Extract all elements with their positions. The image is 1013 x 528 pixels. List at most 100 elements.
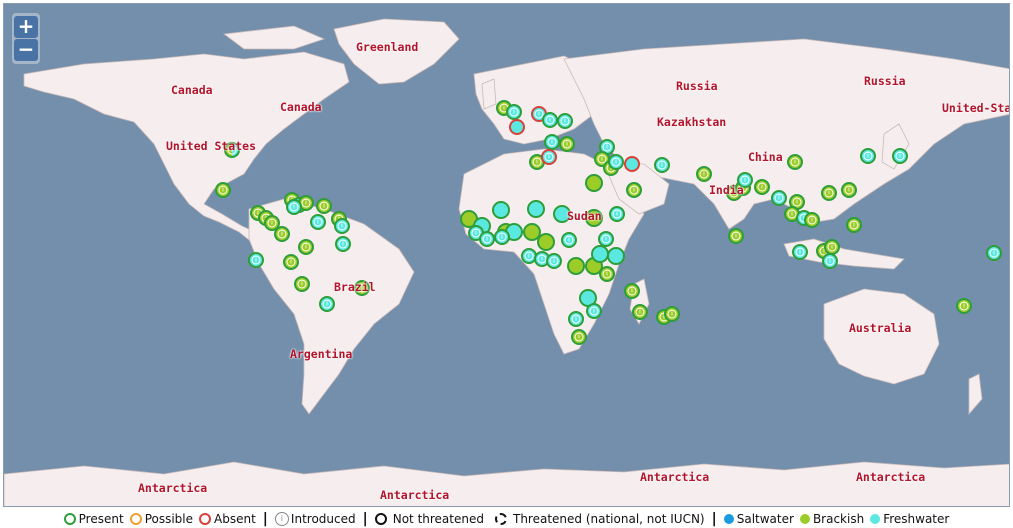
occurrence-marker[interactable] xyxy=(492,201,510,219)
zoom-out-button[interactable]: − xyxy=(14,39,38,61)
introduced-occurrence-marker[interactable]: i xyxy=(821,185,837,201)
introduced-occurrence-marker[interactable]: i xyxy=(664,306,680,322)
introduced-occurrence-marker[interactable]: i xyxy=(544,134,560,150)
introduced-occurrence-marker[interactable]: i xyxy=(754,179,770,195)
introduced-occurrence-marker[interactable]: i xyxy=(771,190,787,206)
map-land-layer xyxy=(4,18,1009,506)
introduced-icon: i xyxy=(251,255,261,265)
legend-brackish: Brackish xyxy=(799,512,864,526)
introduced-occurrence-marker[interactable]: i xyxy=(728,228,744,244)
occurrence-marker[interactable] xyxy=(537,233,555,251)
legend-absent: Absent xyxy=(199,512,256,526)
label-antarctica: Antarctica xyxy=(138,481,208,495)
introduced-occurrence-marker[interactable]: i xyxy=(334,218,350,234)
introduced-occurrence-marker[interactable]: i xyxy=(804,212,820,228)
introduced-icon: i xyxy=(274,511,289,526)
introduced-occurrence-marker[interactable]: i xyxy=(568,311,584,327)
introduced-occurrence-marker[interactable]: i xyxy=(654,157,670,173)
introduced-occurrence-marker[interactable]: i xyxy=(294,276,310,292)
introduced-icon: i xyxy=(319,201,329,211)
legend-possible: Possible xyxy=(129,512,193,526)
introduced-occurrence-marker[interactable]: i xyxy=(274,226,290,242)
introduced-occurrence-marker[interactable]: i xyxy=(283,254,299,270)
introduced-occurrence-marker[interactable]: i xyxy=(298,239,314,255)
introduced-icon: i xyxy=(792,197,802,207)
introduced-icon: i xyxy=(757,182,767,192)
present-ring-icon xyxy=(63,512,76,525)
zoom-in-button[interactable]: + xyxy=(14,16,38,38)
introduced-occurrence-marker[interactable]: i xyxy=(986,245,1002,261)
introduced-occurrence-marker[interactable]: i xyxy=(608,154,624,170)
introduced-icon: i xyxy=(532,157,542,167)
introduced-occurrence-marker[interactable]: i xyxy=(561,232,577,248)
legend-separator: | xyxy=(362,510,368,527)
introduced-icon: i xyxy=(629,185,639,195)
label-united-states: United States xyxy=(166,139,257,153)
world-map[interactable]: + − Greenland Canada Canada United State… xyxy=(3,3,1010,507)
occurrence-marker[interactable] xyxy=(607,247,625,265)
introduced-occurrence-marker[interactable]: i xyxy=(956,298,972,314)
legend-saltwater: Saltwater xyxy=(723,512,794,526)
introduced-occurrence-marker[interactable]: i xyxy=(892,148,908,164)
introduced-occurrence-marker[interactable]: i xyxy=(696,166,712,182)
introduced-icon: i xyxy=(562,139,572,149)
introduced-occurrence-marker[interactable]: i xyxy=(319,296,335,312)
introduced-icon: i xyxy=(277,229,287,239)
threatened-dashed-ring-icon xyxy=(494,512,507,525)
introduced-occurrence-marker[interactable]: i xyxy=(792,244,808,260)
introduced-icon: i xyxy=(699,169,709,179)
introduced-occurrence-marker[interactable]: i xyxy=(626,182,642,198)
introduced-occurrence-marker[interactable]: i xyxy=(571,329,587,345)
introduced-occurrence-marker[interactable]: i xyxy=(586,303,602,319)
introduced-occurrence-marker[interactable]: i xyxy=(546,253,562,269)
introduced-occurrence-marker[interactable]: i xyxy=(286,199,302,215)
occurrence-marker[interactable] xyxy=(509,119,525,135)
introduced-icon: i xyxy=(611,157,621,167)
introduced-icon: i xyxy=(895,151,905,161)
introduced-icon: i xyxy=(731,231,741,241)
introduced-occurrence-marker[interactable]: i xyxy=(310,214,326,230)
occurrence-marker[interactable] xyxy=(567,257,585,275)
introduced-occurrence-marker[interactable]: i xyxy=(599,266,615,282)
not-threatened-ring-icon xyxy=(374,512,387,525)
introduced-occurrence-marker[interactable]: i xyxy=(841,182,857,198)
legend-freshwater: Freshwater xyxy=(870,512,949,526)
brackish-dot-icon xyxy=(799,513,810,524)
introduced-occurrence-marker[interactable]: i xyxy=(479,231,495,247)
introduced-icon: i xyxy=(612,209,622,219)
introduced-occurrence-marker[interactable]: i xyxy=(215,182,231,198)
introduced-occurrence-marker[interactable]: i xyxy=(248,252,264,268)
introduced-icon: i xyxy=(959,301,969,311)
label-argentina: Argentina xyxy=(290,347,353,361)
introduced-icon: i xyxy=(807,215,817,225)
occurrence-marker[interactable] xyxy=(527,200,545,218)
legend-introduced: i Introduced xyxy=(274,511,356,526)
label-india: India xyxy=(709,183,744,197)
introduced-occurrence-marker[interactable]: i xyxy=(559,136,575,152)
introduced-occurrence-marker[interactable]: i xyxy=(822,253,838,269)
introduced-occurrence-marker[interactable]: i xyxy=(506,104,522,120)
introduced-occurrence-marker[interactable]: i xyxy=(335,236,351,252)
introduced-occurrence-marker[interactable]: i xyxy=(787,154,803,170)
introduced-icon: i xyxy=(267,218,277,228)
introduced-occurrence-marker[interactable]: i xyxy=(860,148,876,164)
occurrence-marker[interactable] xyxy=(585,174,603,192)
label-united-states: United-Sta xyxy=(942,101,1010,115)
absent-ring-icon xyxy=(199,512,212,525)
introduced-occurrence-marker[interactable]: i xyxy=(541,149,557,165)
introduced-occurrence-marker[interactable]: i xyxy=(494,229,510,245)
introduced-occurrence-marker[interactable]: i xyxy=(624,283,640,299)
introduced-icon: i xyxy=(286,257,296,267)
introduced-occurrence-marker[interactable]: i xyxy=(316,198,332,214)
introduced-occurrence-marker[interactable]: i xyxy=(609,206,625,222)
legend-present: Present xyxy=(63,512,124,526)
introduced-occurrence-marker[interactable]: i xyxy=(846,217,862,233)
introduced-icon: i xyxy=(544,152,554,162)
legend-threatened: Threatened (national, not IUCN) xyxy=(494,512,705,526)
introduced-icon: i xyxy=(560,116,570,126)
occurrence-marker[interactable] xyxy=(624,156,640,172)
introduced-occurrence-marker[interactable]: i xyxy=(557,113,573,129)
label-kazakhstan: Kazakhstan xyxy=(657,115,727,129)
introduced-occurrence-marker[interactable]: i xyxy=(542,112,558,128)
introduced-occurrence-marker[interactable]: i xyxy=(632,304,648,320)
